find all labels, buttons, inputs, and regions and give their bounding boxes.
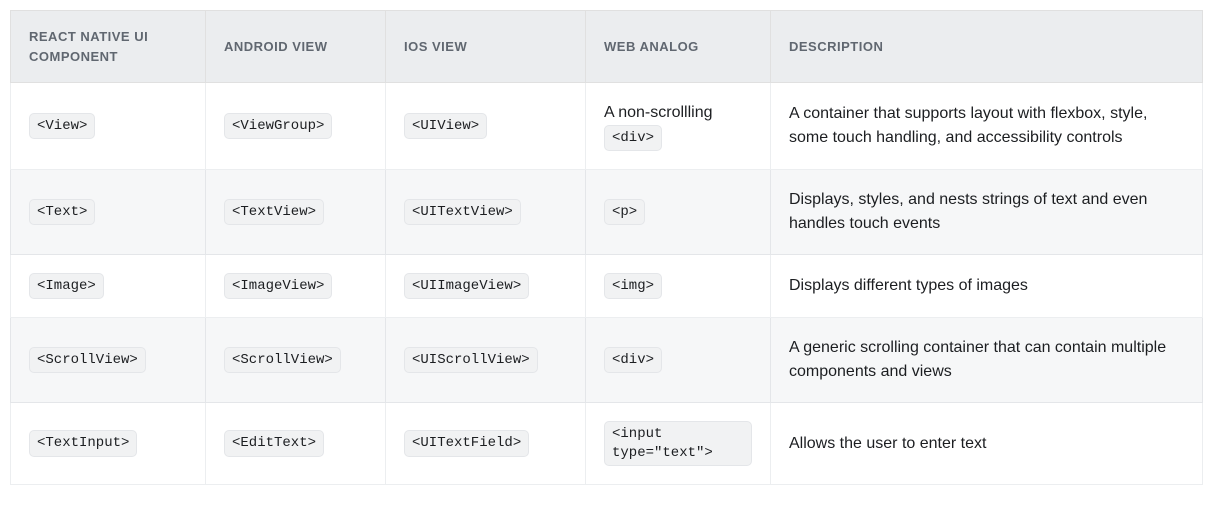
cell-rn: <View> bbox=[11, 83, 206, 170]
code-literal: <EditText> bbox=[224, 430, 324, 456]
header-react-native: React Native UI Component bbox=[11, 11, 206, 83]
code-literal: <ScrollView> bbox=[29, 347, 146, 373]
cell-description: Allows the user to enter text bbox=[771, 403, 1203, 484]
table-row: <TextInput> <EditText> <UITextField> <input… bbox=[11, 403, 1203, 484]
cell-web: <div> bbox=[586, 318, 771, 403]
native-components-table: React Native UI Component Android View i… bbox=[10, 10, 1203, 485]
code-literal: <input type="text"> bbox=[604, 421, 752, 465]
table-header-row: React Native UI Component Android View i… bbox=[11, 11, 1203, 83]
header-android: Android View bbox=[206, 11, 386, 83]
header-web: Web Analog bbox=[586, 11, 771, 83]
table-row: <View> <ViewGroup> <UIView> A non-scrolllin… bbox=[11, 83, 1203, 170]
web-prefix-text: A non-scrollling bbox=[604, 104, 713, 121]
cell-ios: <UIImageView> bbox=[386, 255, 586, 318]
table-row: <ScrollView> <ScrollView> <UIScrollView> <d… bbox=[11, 318, 1203, 403]
cell-rn: <Image> bbox=[11, 255, 206, 318]
cell-description: A generic scrolling container that can c… bbox=[771, 318, 1203, 403]
code-literal: <UITextField> bbox=[404, 430, 529, 456]
cell-ios: <UITextField> bbox=[386, 403, 586, 484]
code-literal: <UIScrollView> bbox=[404, 347, 538, 373]
cell-description: A container that supports layout with fl… bbox=[771, 83, 1203, 170]
code-literal: <Text> bbox=[29, 199, 95, 225]
table-row: <Image> <ImageView> <UIImageView> <img> Disp… bbox=[11, 255, 1203, 318]
code-literal: <UIImageView> bbox=[404, 273, 529, 299]
code-literal: <UITextView> bbox=[404, 199, 521, 225]
code-literal: <img> bbox=[604, 273, 662, 299]
cell-android: <EditText> bbox=[206, 403, 386, 484]
cell-android: <TextView> bbox=[206, 170, 386, 255]
code-literal: <ScrollView> bbox=[224, 347, 341, 373]
cell-web: <img> bbox=[586, 255, 771, 318]
cell-android: <ViewGroup> bbox=[206, 83, 386, 170]
cell-description: Displays different types of images bbox=[771, 255, 1203, 318]
cell-ios: <UIScrollView> bbox=[386, 318, 586, 403]
cell-ios: <UITextView> bbox=[386, 170, 586, 255]
code-literal: <ImageView> bbox=[224, 273, 332, 299]
cell-description: Displays, styles, and nests strings of t… bbox=[771, 170, 1203, 255]
cell-android: <ImageView> bbox=[206, 255, 386, 318]
cell-web: <input type="text"> bbox=[586, 403, 771, 484]
code-literal: <TextView> bbox=[224, 199, 324, 225]
table-row: <Text> <TextView> <UITextView> <p> Displays,… bbox=[11, 170, 1203, 255]
code-literal: <ViewGroup> bbox=[224, 113, 332, 139]
cell-rn: <ScrollView> bbox=[11, 318, 206, 403]
code-literal: <Image> bbox=[29, 273, 104, 299]
code-literal: <View> bbox=[29, 113, 95, 139]
code-literal: <UIView> bbox=[404, 113, 487, 139]
cell-rn: <TextInput> bbox=[11, 403, 206, 484]
code-literal: <TextInput> bbox=[29, 430, 137, 456]
cell-ios: <UIView> bbox=[386, 83, 586, 170]
header-description: Description bbox=[771, 11, 1203, 83]
cell-android: <ScrollView> bbox=[206, 318, 386, 403]
code-literal: <div> bbox=[604, 347, 662, 373]
code-literal: <div> bbox=[604, 125, 662, 151]
cell-web: <p> bbox=[586, 170, 771, 255]
cell-web: A non-scrollling <div> bbox=[586, 83, 771, 170]
code-literal: <p> bbox=[604, 199, 645, 225]
header-ios: iOS View bbox=[386, 11, 586, 83]
cell-rn: <Text> bbox=[11, 170, 206, 255]
